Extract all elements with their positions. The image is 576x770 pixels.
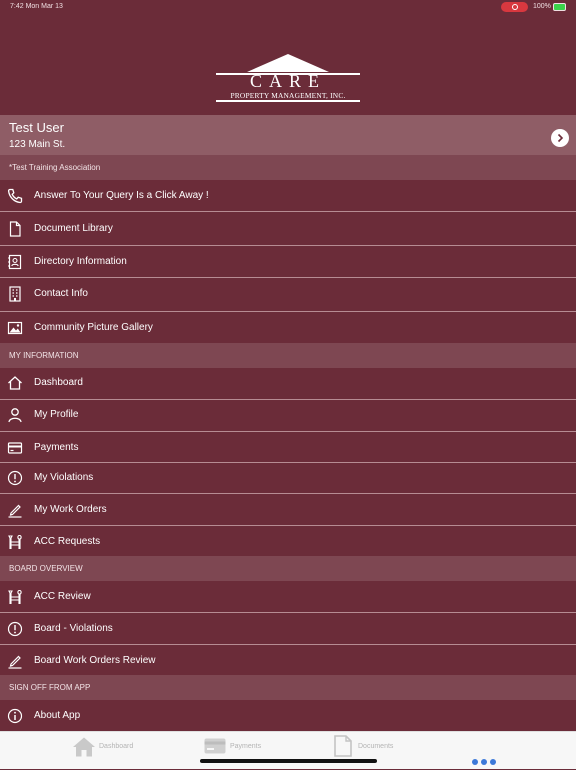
- home-icon: [73, 737, 95, 757]
- menu-item-acc-review[interactable]: ACC Review: [0, 581, 576, 612]
- alert-circle-icon: [7, 470, 23, 486]
- card-icon: [204, 738, 226, 754]
- menu-item-label: Answer To Your Query Is a Click Away !: [34, 190, 209, 201]
- menu-item-label: ACC Requests: [34, 536, 101, 547]
- pencil-sign-icon: [8, 655, 22, 669]
- tools-icon: [8, 534, 22, 549]
- menu-item-label: ACC Review: [34, 591, 91, 602]
- info-icon: [7, 708, 23, 724]
- logo-title: CARE: [249, 71, 326, 91]
- menu-item-label: Dashboard: [34, 377, 83, 388]
- menu-item-label: Board Work Orders Review: [34, 655, 156, 666]
- menu-item-label: My Violations: [34, 472, 94, 483]
- battery-percentage: 100%: [533, 3, 551, 10]
- menu-item-contact-info[interactable]: Contact Info: [0, 277, 576, 312]
- screen-recording-icon: [501, 2, 528, 12]
- tab-label: Payments: [230, 743, 262, 750]
- phone-icon: [7, 188, 23, 204]
- menu-item-acc-requests[interactable]: ACC Requests: [0, 525, 576, 557]
- menu-item-board-violations[interactable]: Board - Violations: [0, 612, 576, 645]
- menu-item-label: Directory Information: [34, 256, 127, 267]
- menu-item-label: My Work Orders: [34, 504, 107, 515]
- menu-item-about-app[interactable]: About App: [0, 700, 576, 731]
- contact-card-icon: [8, 254, 22, 270]
- status-bar: 7:42 Mon Mar 13 100%: [0, 0, 576, 14]
- bottom-tab-bar: Dashboard Payments Documents: [0, 731, 576, 769]
- home-indicator: [200, 759, 377, 763]
- pencil-sign-icon: [8, 504, 22, 518]
- section-header-sign-off: SIGN OFF FROM APP: [0, 675, 576, 700]
- user-address: 123 Main St.: [9, 139, 66, 150]
- menu-item-document-library[interactable]: Document Library: [0, 211, 576, 246]
- person-icon: [8, 408, 22, 423]
- user-name: Test User: [9, 120, 64, 135]
- document-icon: [9, 221, 21, 237]
- menu-item-label: Payments: [34, 442, 79, 453]
- battery-icon: [553, 3, 566, 11]
- building-icon: [9, 286, 21, 302]
- menu-item-query[interactable]: Answer To Your Query Is a Click Away !: [0, 180, 576, 211]
- status-time: 7:42 Mon Mar 13: [10, 3, 63, 10]
- menu-item-dashboard[interactable]: Dashboard: [0, 368, 576, 399]
- section-title: SIGN OFF FROM APP: [9, 683, 91, 692]
- chevron-right-icon[interactable]: [551, 129, 569, 147]
- association-header: *Test Training Association: [0, 155, 576, 180]
- menu-item-label: Community Picture Gallery: [34, 322, 153, 333]
- alert-circle-icon: [7, 621, 23, 637]
- section-title: BOARD OVERVIEW: [9, 564, 83, 573]
- home-icon: [8, 376, 22, 390]
- document-icon: [334, 735, 352, 757]
- tab-label: Documents: [358, 743, 394, 750]
- more-icon[interactable]: [472, 752, 499, 770]
- tools-icon: [8, 589, 22, 604]
- menu-item-my-profile[interactable]: My Profile: [0, 399, 576, 432]
- menu-item-label: My Profile: [34, 409, 79, 420]
- logo-roof-icon: [247, 54, 329, 72]
- card-icon: [7, 442, 23, 454]
- menu-item-directory[interactable]: Directory Information: [0, 245, 576, 278]
- tab-payments[interactable]: Payments: [204, 732, 274, 769]
- menu-item-label: About App: [34, 710, 81, 721]
- menu-item-label: Contact Info: [34, 288, 88, 299]
- section-header-my-information: MY INFORMATION: [0, 343, 576, 368]
- menu-item-my-work-orders[interactable]: My Work Orders: [0, 493, 576, 526]
- menu-item-board-work-orders-review[interactable]: Board Work Orders Review: [0, 644, 576, 676]
- menu-item-my-violations[interactable]: My Violations: [0, 462, 576, 494]
- section-title: MY INFORMATION: [9, 351, 79, 360]
- association-label: *Test Training Association: [9, 163, 101, 172]
- tab-dashboard[interactable]: Dashboard: [70, 732, 150, 769]
- image-icon: [7, 321, 23, 335]
- menu-item-label: Board - Violations: [34, 623, 113, 634]
- menu-item-payments[interactable]: Payments: [0, 431, 576, 463]
- section-header-board-overview: BOARD OVERVIEW: [0, 556, 576, 581]
- menu-item-picture-gallery[interactable]: Community Picture Gallery: [0, 311, 576, 344]
- user-profile-header[interactable]: Test User 123 Main St.: [0, 115, 576, 155]
- tab-label: Dashboard: [99, 743, 134, 750]
- care-logo: CARE PROPERTY MANAGEMENT, INC.: [216, 52, 360, 104]
- menu-item-label: Document Library: [34, 223, 113, 234]
- tab-documents[interactable]: Documents: [334, 732, 404, 769]
- logo-subtitle: PROPERTY MANAGEMENT, INC.: [230, 91, 346, 100]
